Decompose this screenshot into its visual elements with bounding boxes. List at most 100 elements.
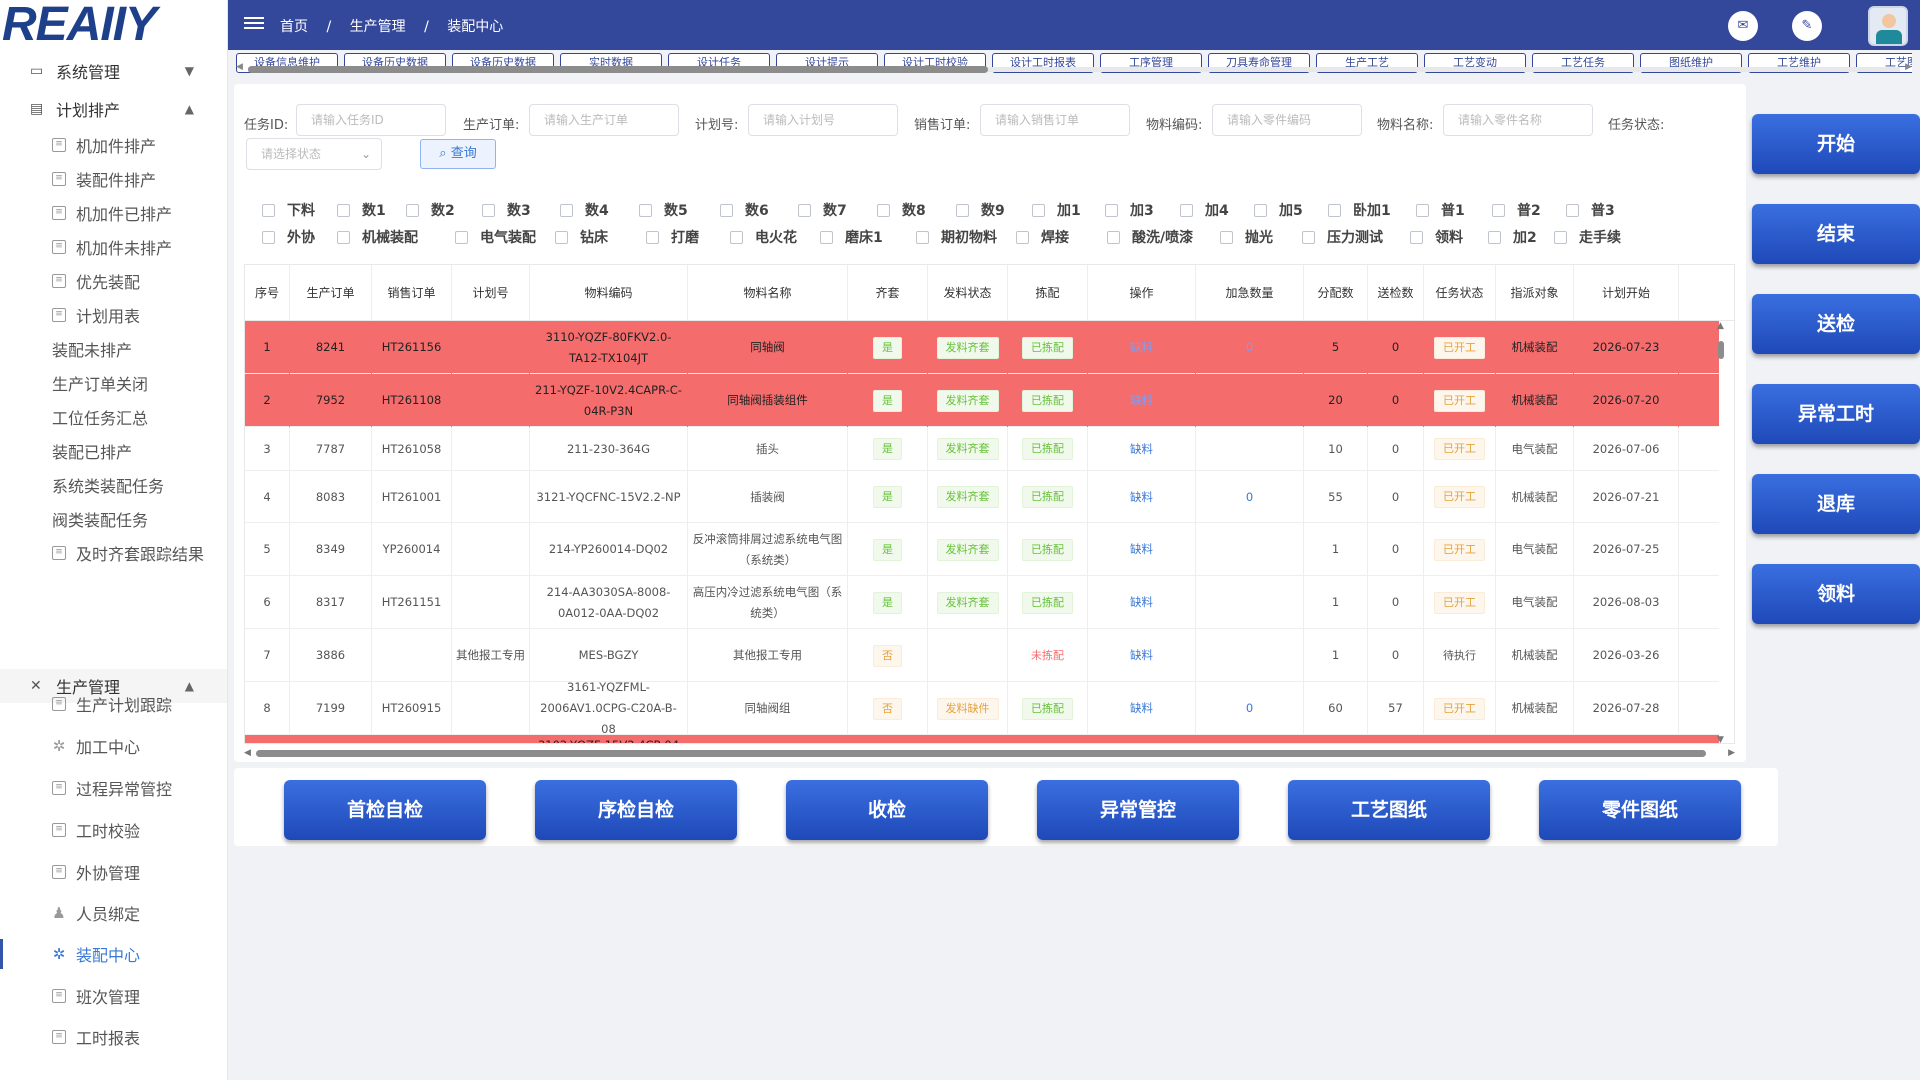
table-row[interactable]: 3102-YQZF-15V2.4CP-04 <box>245 735 1719 743</box>
table-horizontal-scrollbar[interactable]: ◀ ▶ <box>244 748 1735 758</box>
checkbox-checkboxes_row2-13[interactable]: 加2 <box>1488 227 1537 247</box>
query-button[interactable]: ⌕ 查询 <box>420 139 496 169</box>
checkbox-checkboxes_row2-1[interactable]: 机械装配 <box>337 227 418 247</box>
checkbox-box[interactable] <box>560 203 573 217</box>
sidebar-item-valve-assembly-task[interactable]: 阀类装配任务 <box>0 502 227 536</box>
table-row[interactable]: 7 3886 其他报工专用 MES-BGZY 其他报工专用 否 未拣配 缺料 1 0 待执行 机械装配… <box>245 629 1719 682</box>
checkbox-checkboxes_row2-10[interactable]: 抛光 <box>1220 227 1273 247</box>
task-status-select[interactable]: 请选择状态 ⌄ <box>246 138 382 170</box>
checkbox-box[interactable] <box>1107 230 1120 244</box>
shortage-link[interactable]: 缺料 <box>1130 337 1153 358</box>
checkbox-checkboxes_row2-3[interactable]: 钻床 <box>555 227 608 247</box>
column-header[interactable]: 计划号 <box>452 265 530 321</box>
shortage-link[interactable]: 缺料 <box>1130 487 1153 508</box>
checkbox-box[interactable] <box>956 203 969 217</box>
column-header[interactable]: 操作 <box>1088 265 1196 321</box>
sidebar-item-process-exception[interactable]: ≡ 过程异常管控 <box>0 771 227 805</box>
material-name-input[interactable]: 请输入零件名称 <box>1443 104 1593 136</box>
column-header[interactable]: 送检数 <box>1368 265 1424 321</box>
prod-order-input[interactable]: 请输入生产订单 <box>529 104 679 136</box>
checkbox-box[interactable] <box>1554 230 1567 244</box>
send-inspection-button[interactable]: 送检 <box>1752 294 1920 354</box>
column-header[interactable]: 加急数量 <box>1196 265 1304 321</box>
menu-group-plan[interactable]: ▤ 计划排产 ▲ <box>0 92 227 126</box>
checkbox-box[interactable] <box>555 230 568 244</box>
sidebar-item-machining-unscheduled[interactable]: ≡ 机加件未排产 <box>0 230 227 264</box>
sidebar-item-staff-binding[interactable]: ♟ 人员绑定 <box>0 896 227 930</box>
sequence-inspection-button[interactable]: 序检自检 <box>535 780 737 840</box>
sidebar-item-assembly-center[interactable]: ✲ 装配中心 <box>0 937 227 971</box>
checkbox-box[interactable] <box>730 230 743 244</box>
table-row[interactable]: 2 7952 HT261108 211-YQZF-10V2.4CAPR-C-04R-P… <box>245 374 1719 427</box>
column-header[interactable]: 序号 <box>245 265 290 321</box>
process-drawing-button[interactable]: 工艺图纸 <box>1288 780 1490 840</box>
sidebar-item-worktime-check[interactable]: ≡ 工时校验 <box>0 813 227 847</box>
checkbox-checkboxes_row2-0[interactable]: 外协 <box>262 227 315 247</box>
checkbox-box[interactable] <box>877 203 890 217</box>
checkbox-box[interactable] <box>1180 203 1193 217</box>
scroll-down-arrow-icon[interactable]: ▼ <box>1717 735 1724 743</box>
edit-icon[interactable]: ✎ <box>1792 11 1822 41</box>
mail-icon[interactable]: ✉ <box>1728 11 1758 41</box>
sidebar-item-machining-scheduled[interactable]: ≡ 机加件已排产 <box>0 196 227 230</box>
sidebar-item-outsource-mgmt[interactable]: ≡ 外协管理 <box>0 855 227 889</box>
checkbox-box[interactable] <box>646 230 659 244</box>
table-row[interactable]: 6 8317 HT261151 214-AA3030SA-8008-0A012-0AA… <box>245 576 1719 629</box>
user-avatar[interactable] <box>1868 6 1908 46</box>
sales-order-input[interactable]: 请输入销售订单 <box>980 104 1130 136</box>
checkbox-box[interactable] <box>1016 230 1029 244</box>
checkbox-checkboxes_row2-2[interactable]: 电气装配 <box>455 227 536 247</box>
scroll-up-arrow-icon[interactable]: ▲ <box>1717 321 1724 331</box>
column-header[interactable]: 物料编码 <box>530 265 688 321</box>
return-stock-button[interactable]: 退库 <box>1752 474 1920 534</box>
tab-scrollbar[interactable]: ◀ ▶ <box>236 62 1912 73</box>
checkbox-box[interactable] <box>1566 203 1579 217</box>
sidebar-item-station-task-summary[interactable]: 工位任务汇总 <box>0 400 227 434</box>
sidebar-item-shift-mgmt[interactable]: ≡ 班次管理 <box>0 979 227 1013</box>
scroll-right-arrow-icon[interactable]: ▶ <box>1905 62 1912 72</box>
vertical-scroll-thumb[interactable] <box>1718 341 1724 359</box>
checkbox-box[interactable] <box>337 203 350 217</box>
checkbox-checkboxes_row2-9[interactable]: 酸洗/喷漆 <box>1107 227 1193 247</box>
shortage-link[interactable]: 缺料 <box>1130 539 1153 560</box>
breadcrumb-home[interactable]: 首页 <box>280 19 308 35</box>
checkbox-box[interactable] <box>1254 203 1267 217</box>
table-row[interactable]: 4 8083 HT261001 3121-YQCFNC-15V2.2-NP 插装阀 是 发料… <box>245 471 1719 523</box>
checkbox-box[interactable] <box>482 203 495 217</box>
checkbox-checkboxes_row1-16[interactable]: 普2 <box>1492 200 1541 220</box>
sidebar-item-plan-usage[interactable]: ≡ 计划用表 <box>0 298 227 332</box>
checkbox-box[interactable] <box>1488 230 1501 244</box>
column-header[interactable]: 指派对象 <box>1496 265 1574 321</box>
scroll-right-arrow-icon[interactable]: ▶ <box>1728 748 1735 758</box>
receive-inspection-button[interactable]: 收检 <box>786 780 988 840</box>
sidebar-item-machining-schedule[interactable]: ≡ 机加件排产 <box>0 128 227 162</box>
menu-group-system[interactable]: ▭ 系统管理 ▼ <box>0 54 227 88</box>
table-row[interactable]: 5 8349 YP260014 214-YP260014-DQ02 反冲滚筒排屑过滤系统… <box>245 523 1719 576</box>
scroll-left-arrow-icon[interactable]: ◀ <box>236 62 243 72</box>
end-button[interactable]: 结束 <box>1752 204 1920 264</box>
checkbox-box[interactable] <box>1492 203 1505 217</box>
checkbox-checkboxes_row2-8[interactable]: 焊接 <box>1016 227 1069 247</box>
sidebar-item-system-assembly-task[interactable]: 系统类装配任务 <box>0 468 227 502</box>
sidebar-item-prod-order-close[interactable]: 生产订单关闭 <box>0 366 227 400</box>
table-row[interactable]: 8 7199 HT260915 3161-YQZFML-2006AV1.0CPG-C2… <box>245 680 1719 736</box>
checkbox-checkboxes_row1-4[interactable]: 数4 <box>560 200 609 220</box>
checkbox-checkboxes_row1-9[interactable]: 数9 <box>956 200 1005 220</box>
column-header[interactable]: 齐套 <box>848 265 928 321</box>
shortage-link[interactable]: 缺料 <box>1130 592 1153 613</box>
abnormal-worktime-button[interactable]: 异常工时 <box>1752 384 1920 444</box>
hamburger-menu-icon[interactable] <box>244 14 264 34</box>
checkbox-checkboxes_row2-11[interactable]: 压力测试 <box>1302 227 1383 247</box>
checkbox-checkboxes_row1-14[interactable]: 卧加1 <box>1328 200 1391 220</box>
checkbox-checkboxes_row1-8[interactable]: 数8 <box>877 200 926 220</box>
checkbox-checkboxes_row1-6[interactable]: 数6 <box>720 200 769 220</box>
sidebar-item-machining-center[interactable]: ✲ 加工中心 <box>0 729 227 763</box>
scroll-left-arrow-icon[interactable]: ◀ <box>244 748 251 758</box>
sidebar-item-assembly-unscheduled[interactable]: 装配未排产 <box>0 332 227 366</box>
table-vertical-scrollbar[interactable]: ▲ ▼ <box>1716 321 1726 743</box>
checkbox-box[interactable] <box>1416 203 1429 217</box>
checkbox-checkboxes_row2-4[interactable]: 打磨 <box>646 227 699 247</box>
first-inspection-button[interactable]: 首检自检 <box>284 780 486 840</box>
sidebar-item-prod-plan-tracking[interactable]: ≡ 生产计划跟踪 <box>0 687 227 721</box>
checkbox-checkboxes_row2-6[interactable]: 磨床1 <box>820 227 883 247</box>
